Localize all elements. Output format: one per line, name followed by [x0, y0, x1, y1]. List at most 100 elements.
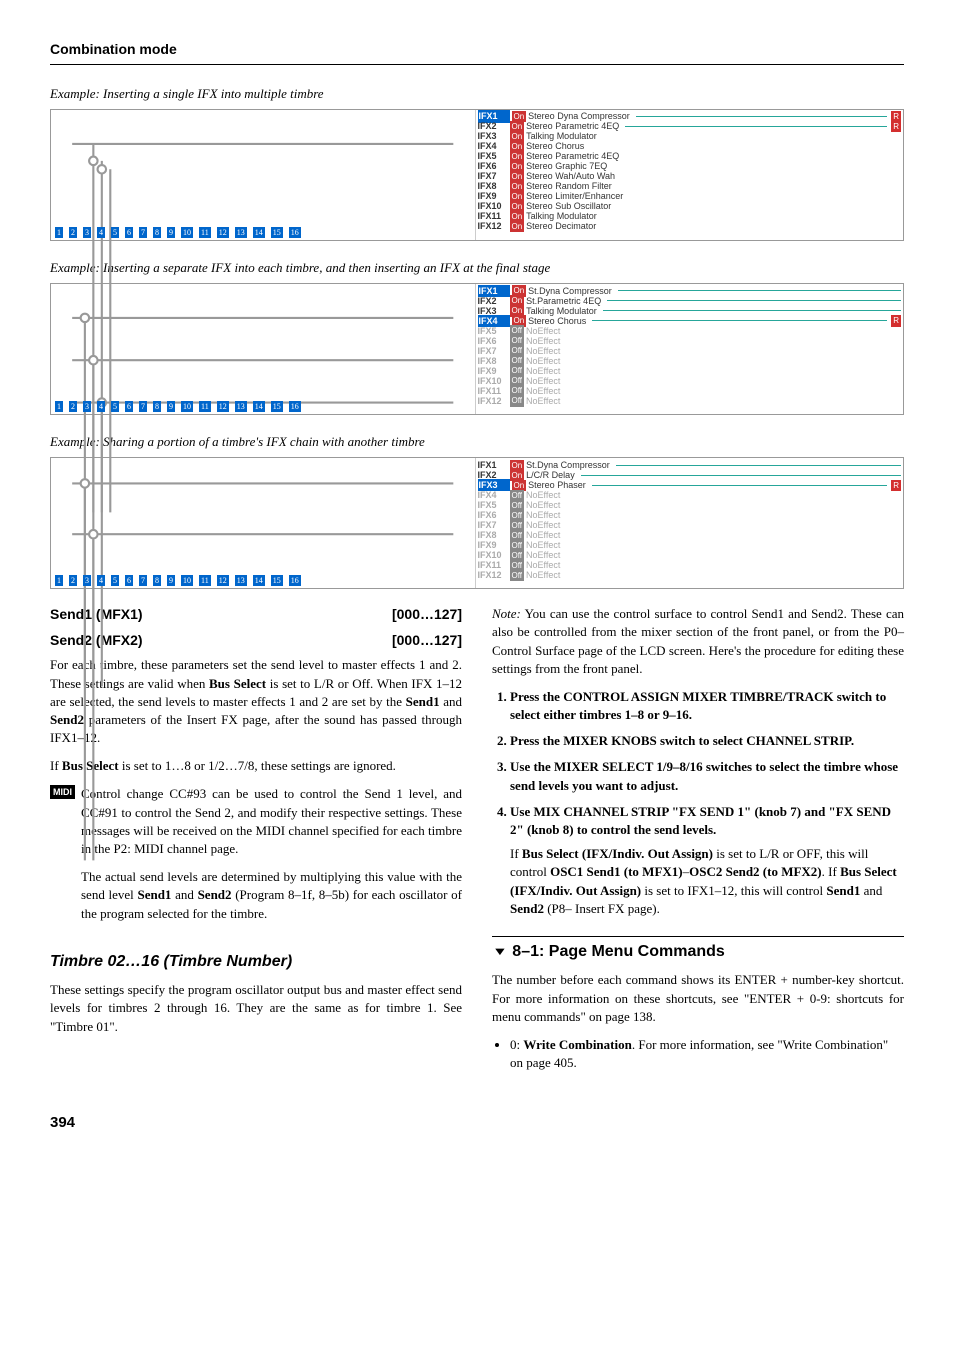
- bullet-item: 0: Write Combination. For more informati…: [510, 1036, 904, 1072]
- ifx-on-chip: Off: [510, 395, 525, 406]
- track-number: 10: [181, 227, 193, 238]
- track-number: 5: [111, 575, 119, 586]
- track-number: 9: [167, 401, 175, 412]
- steps-list: Press the CONTROL ASSIGN MIXER TIMBRE/TR…: [492, 688, 904, 918]
- track-number: 7: [139, 227, 147, 238]
- step-item: Press the CONTROL ASSIGN MIXER TIMBRE/TR…: [510, 688, 904, 724]
- track-number: 4: [97, 227, 105, 238]
- triangle-down-icon: ▼: [492, 944, 508, 960]
- track-number: 1: [55, 227, 63, 238]
- ifx-effect-name: Stereo Decimator: [526, 220, 596, 233]
- track-number: 4: [97, 575, 105, 586]
- routing-line: [625, 126, 887, 127]
- header-title: Combination mode: [50, 41, 177, 57]
- track-number: 6: [125, 575, 133, 586]
- ifx-effect-name: NoEffect: [526, 569, 560, 582]
- routing-line: [603, 310, 901, 311]
- routing-line: [618, 290, 901, 291]
- routing-line: [616, 465, 901, 466]
- ifx-slot-label: IFX12: [478, 395, 508, 408]
- badge-r-icon: R: [891, 315, 901, 326]
- body-paragraph: Note: You can use the control surface to…: [492, 605, 904, 678]
- track-number: 3: [83, 575, 91, 586]
- badge-r-icon: R: [891, 480, 901, 491]
- track-number: 14: [253, 401, 265, 412]
- routing-line: [607, 300, 901, 301]
- ifx-row: IFX12OnStereo Decimator: [478, 222, 902, 232]
- track-number: 14: [253, 227, 265, 238]
- badge-r-icon: R: [891, 121, 901, 132]
- heading-menu-commands: ▼ 8–1: Page Menu Commands: [492, 936, 904, 963]
- ifx-row: IFX12OffNoEffect: [478, 570, 902, 580]
- routing-line: [592, 485, 888, 486]
- track-number: 13: [235, 575, 247, 586]
- track-number: 13: [235, 401, 247, 412]
- body-paragraph: The number before each command shows its…: [492, 971, 904, 1026]
- step-note: If Bus Select (IFX/Indiv. Out Assign) is…: [510, 845, 904, 918]
- right-column: Note: You can use the control surface to…: [492, 605, 904, 1082]
- track-number: 1: [55, 401, 63, 412]
- track-number: 11: [199, 575, 211, 586]
- track-number: 12: [217, 227, 229, 238]
- track-number: 12: [217, 575, 229, 586]
- step-item: Use MIX CHANNEL STRIP "FX SEND 1" (knob …: [510, 803, 904, 918]
- step-item: Use the MIXER SELECT 1/9–8/16 switches t…: [510, 758, 904, 794]
- heading-timbre: Timbre 02…16 (Timbre Number): [50, 951, 462, 973]
- ifx-list-2: IFX1OnSt.Dyna CompressorIFX2OnSt.Paramet…: [476, 284, 904, 414]
- track-number: 10: [181, 401, 193, 412]
- track-number: 12: [217, 401, 229, 412]
- track-number: 8: [153, 401, 161, 412]
- track-number: 8: [153, 227, 161, 238]
- track-number: 15: [271, 401, 283, 412]
- track-number: 3: [83, 401, 91, 412]
- track-number: 2: [69, 575, 77, 586]
- ifx-effect-name: NoEffect: [526, 395, 560, 408]
- track-number: 15: [271, 575, 283, 586]
- ifx-slot-label: IFX12: [478, 569, 508, 582]
- track-number: 11: [199, 227, 211, 238]
- ifx-on-chip: Off: [510, 570, 525, 581]
- track-number: 1: [55, 575, 63, 586]
- track-number: 11: [199, 401, 211, 412]
- ifx-list-3: IFX1OnSt.Dyna CompressorIFX2OnL/C/R Dela…: [476, 458, 904, 588]
- track-number: 16: [289, 227, 301, 238]
- ifx-list-1: IFX1OnStereo Dyna CompressorRIFX2OnStere…: [476, 110, 904, 240]
- track-number: 7: [139, 575, 147, 586]
- track-number: 2: [69, 227, 77, 238]
- diagram-3: 12345678910111213141516 IFX1OnSt.Dyna Co…: [50, 457, 904, 589]
- ifx-on-chip: On: [510, 221, 525, 232]
- track-number: 9: [167, 575, 175, 586]
- track-number: 7: [139, 401, 147, 412]
- track-number: 6: [125, 401, 133, 412]
- diagram-1: 12345678910111213141516 IFX1OnStereo Dyn…: [50, 109, 904, 241]
- diagram-routing-area: 12345678910111213141516: [51, 110, 476, 240]
- ifx-row: IFX12OffNoEffect: [478, 396, 902, 406]
- page-header: Combination mode: [50, 40, 904, 65]
- track-number: 16: [289, 401, 301, 412]
- bullet-list: 0: Write Combination. For more informati…: [492, 1036, 904, 1072]
- track-number: 15: [271, 227, 283, 238]
- track-number: 14: [253, 575, 265, 586]
- diagram-routing-area: 12345678910111213141516: [51, 284, 476, 414]
- step-item: Press the MIXER KNOBS switch to select C…: [510, 732, 904, 750]
- diagram-routing-area: 12345678910111213141516: [51, 458, 476, 588]
- routing-line: [581, 475, 901, 476]
- track-number: 4: [97, 401, 105, 412]
- page-number: 394: [50, 1112, 904, 1133]
- diagram-2: 12345678910111213141516 IFX1OnSt.Dyna Co…: [50, 283, 904, 415]
- track-number: 6: [125, 227, 133, 238]
- track-number: 10: [181, 575, 193, 586]
- ifx-slot-label: IFX12: [478, 220, 508, 233]
- example-caption-1: Example: Inserting a single IFX into mul…: [50, 85, 904, 103]
- track-number: 16: [289, 575, 301, 586]
- track-number: 13: [235, 227, 247, 238]
- track-number: 9: [167, 227, 175, 238]
- track-number: 3: [83, 227, 91, 238]
- track-number: 5: [111, 401, 119, 412]
- routing-line: [636, 116, 888, 117]
- body-paragraph: These settings specify the program oscil…: [50, 981, 462, 1036]
- track-number: 2: [69, 401, 77, 412]
- track-number: 8: [153, 575, 161, 586]
- track-number: 5: [111, 227, 119, 238]
- routing-line: [592, 320, 887, 321]
